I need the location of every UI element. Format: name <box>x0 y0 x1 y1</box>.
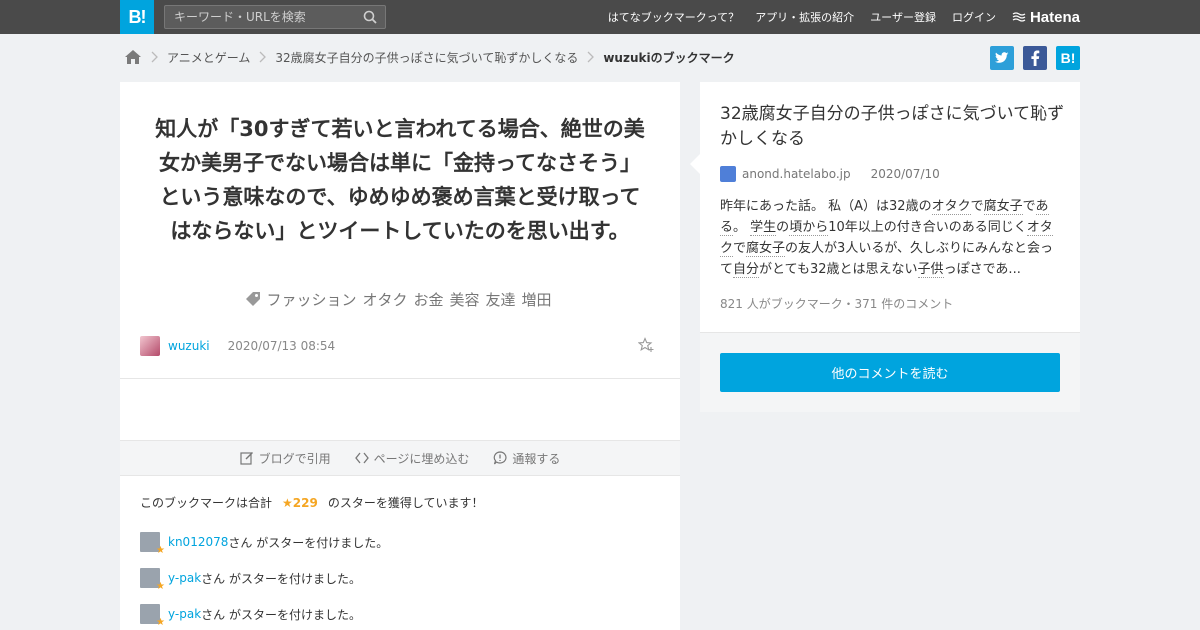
avatar[interactable] <box>140 336 160 356</box>
star-icon: ★ <box>156 545 165 556</box>
hatena-bookmark-logo[interactable]: B! <box>120 0 154 34</box>
chevron-right-icon <box>259 51 267 63</box>
tag-item[interactable]: 美容 <box>450 291 480 309</box>
bookmark-meta: wuzuki 2020/07/13 08:54 <box>140 336 335 356</box>
top-nav: はてなブックマークって？ アプリ・拡張の紹介 ユーザー登録 ログイン Haten… <box>608 0 1080 34</box>
ad-area <box>120 378 680 440</box>
breadcrumb-category[interactable]: アニメとゲーム <box>167 49 250 66</box>
star-user-link[interactable]: y-pak <box>168 571 201 585</box>
hatena-logo[interactable]: Hatena <box>1012 9 1080 26</box>
star-summary-prefix: このブックマークは合計 <box>140 496 273 510</box>
star-entry-text: さん がスターを付けました。 <box>201 571 361 586</box>
twitter-icon <box>995 52 1009 63</box>
nav-register[interactable]: ユーザー登録 <box>870 9 936 25</box>
breadcrumb-entry[interactable]: 32歳腐女子自分の子供っぽさに気づいて恥ずかしくなる <box>275 49 578 66</box>
facebook-icon <box>1031 50 1040 66</box>
avatar[interactable]: ★ <box>140 532 165 556</box>
entry-summary: 昨年にあった話。 私（A）は32歳のオタクで腐女子である。 学生の頃から10年以… <box>720 199 1054 278</box>
report-button[interactable]: 通報する <box>493 450 560 467</box>
tag-item[interactable]: ファッション <box>266 291 356 309</box>
read-comments-button[interactable]: 他のコメントを読む <box>720 353 1060 392</box>
embed-label: ページに埋め込む <box>373 451 470 466</box>
nav-about[interactable]: はてなブックマークって？ <box>608 9 739 25</box>
tag-item[interactable]: オタク <box>362 291 407 309</box>
bookmark-toolbar: ブログで引用 ページに埋め込む 通報する <box>120 440 680 476</box>
hatena-bookmark-share-button[interactable]: B! <box>1056 46 1080 70</box>
star-entry-text: さん がスターを付けました。 <box>201 607 361 622</box>
avatar[interactable]: ★ <box>140 568 165 592</box>
card-pointer <box>690 154 700 174</box>
star-icon: ★ <box>156 617 165 628</box>
breadcrumb-current: wuzukiのブックマーク <box>603 50 735 65</box>
entry-meta: anond.hatelabo.jp 2020/07/10 <box>720 166 940 182</box>
search-icon[interactable] <box>363 10 377 24</box>
add-star-icon[interactable] <box>638 337 654 353</box>
facebook-share-button[interactable] <box>1023 46 1047 70</box>
username-link[interactable]: wuzuki <box>168 339 210 353</box>
entry-domain[interactable]: anond.hatelabo.jp <box>742 167 851 181</box>
star-summary: このブックマークは合計 ★229 のスターを獲得しています！ <box>140 494 483 511</box>
top-bar: B! はてなブックマークって？ アプリ・拡張の紹介 ユーザー登録 ログイン Ha… <box>0 0 1200 34</box>
chevron-right-icon <box>587 51 595 63</box>
share-buttons: B! <box>990 46 1080 70</box>
star-total[interactable]: ★229 <box>282 496 318 510</box>
nav-apps[interactable]: アプリ・拡張の紹介 <box>755 9 854 25</box>
star-icon: ★ <box>156 581 165 592</box>
star-summary-suffix: のスターを獲得しています！ <box>327 496 484 510</box>
avatar[interactable]: ★ <box>140 604 165 628</box>
bookmark-comment: 知人が「30すぎて若いと言われてる場合、絶世の美女か美男子でない場合は単に「金持… <box>155 117 645 243</box>
star-entry: ★ kn012078 さん がスターを付けました。 <box>140 532 389 556</box>
report-label: 通報する <box>512 451 561 466</box>
star-entry: ★ y-pak さん がスターを付けました。 <box>140 568 361 592</box>
edit-icon <box>239 452 253 465</box>
report-icon <box>494 451 507 465</box>
chevron-right-icon <box>151 51 158 63</box>
hatena-wordmark: Hatena <box>1029 8 1080 26</box>
star-entry-text: さん がスターを付けました。 <box>228 535 389 550</box>
entry-title[interactable]: 32歳腐女子自分の子供っぽさに気づいて恥ずかしくなる <box>720 102 1065 152</box>
search-box[interactable] <box>164 5 386 29</box>
embed-button[interactable]: ページに埋め込む <box>354 450 470 467</box>
bookmark-card: 知人が「30すぎて若いと言われてる場合、絶世の美女か美男子でない場合は単に「金持… <box>120 82 680 630</box>
tag-icon <box>246 292 261 306</box>
bookmark-counts[interactable]: 821 人がブックマーク・371 件のコメント <box>720 295 953 312</box>
breadcrumb: アニメとゲーム 32歳腐女子自分の子供っぽさに気づいて恥ずかしくなる wuzuk… <box>124 46 735 68</box>
tag-item[interactable]: 増田 <box>522 291 552 309</box>
code-icon <box>354 452 369 464</box>
blog-quote-label: ブログで引用 <box>258 451 331 466</box>
entry-card-footer: 他のコメントを読む <box>700 332 1080 412</box>
star-entry: ★ y-pak さん がスターを付けました。 <box>140 604 361 628</box>
tag-item[interactable]: 友達 <box>486 291 516 309</box>
site-favicon-icon <box>720 166 736 182</box>
hatena-wave-icon <box>1012 12 1026 22</box>
twitter-share-button[interactable] <box>990 46 1014 70</box>
tag-list: ファッション オタク お金 美容 友達 増田 <box>120 289 680 310</box>
entry-card: 32歳腐女子自分の子供っぽさに気づいて恥ずかしくなる anond.hatelab… <box>690 82 1080 412</box>
tag-item[interactable]: お金 <box>413 291 443 309</box>
search-input[interactable] <box>165 6 355 28</box>
blog-quote-button[interactable]: ブログで引用 <box>239 450 331 467</box>
entry-date: 2020/07/10 <box>870 167 940 181</box>
nav-login[interactable]: ログイン <box>952 9 996 25</box>
star-user-link[interactable]: y-pak <box>168 607 201 621</box>
home-icon[interactable] <box>124 49 142 65</box>
bookmark-datetime: 2020/07/13 08:54 <box>227 339 336 353</box>
star-user-link[interactable]: kn012078 <box>168 535 228 549</box>
